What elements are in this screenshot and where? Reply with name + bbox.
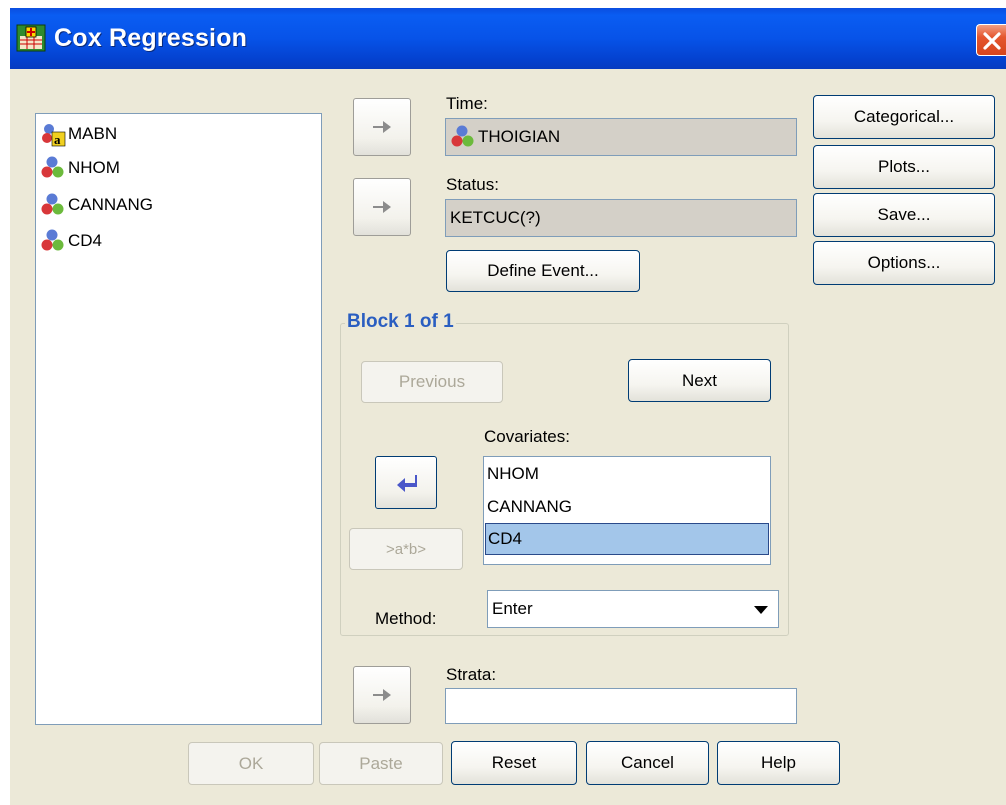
status-label: Status: bbox=[446, 175, 499, 194]
svg-text:a: a bbox=[54, 132, 61, 147]
spss-app-icon bbox=[16, 24, 46, 52]
cancel-button[interactable]: Cancel bbox=[586, 741, 709, 785]
arrow-right-icon bbox=[373, 121, 391, 133]
block-title: Block 1 of 1 bbox=[345, 311, 456, 333]
save-button[interactable]: Save... bbox=[813, 193, 995, 237]
strata-field[interactable] bbox=[445, 688, 797, 724]
arrow-right-icon bbox=[373, 201, 391, 213]
options-button[interactable]: Options... bbox=[813, 241, 995, 285]
method-value: Enter bbox=[492, 599, 533, 618]
variable-name: CD4 bbox=[68, 231, 103, 250]
list-item[interactable]: CANNANG bbox=[40, 190, 153, 220]
ok-button[interactable]: OK bbox=[188, 742, 314, 785]
categorical-button[interactable]: Categorical... bbox=[813, 95, 995, 139]
strata-label: Strata: bbox=[446, 665, 497, 684]
arrow-left-icon bbox=[397, 474, 417, 492]
list-item[interactable]: NHOM bbox=[485, 458, 769, 490]
variable-source-list[interactable]: a MABN NHOM CANNANG CD4 bbox=[35, 113, 322, 725]
next-button[interactable]: Next bbox=[628, 359, 771, 402]
move-to-strata-button[interactable] bbox=[353, 666, 411, 724]
method-label: Method: bbox=[375, 609, 437, 628]
time-field[interactable]: THOIGIAN bbox=[445, 118, 797, 156]
previous-button[interactable]: Previous bbox=[361, 361, 503, 403]
method-select[interactable]: Enter bbox=[487, 590, 779, 628]
help-button[interactable]: Help bbox=[717, 741, 840, 785]
variable-name: NHOM bbox=[68, 158, 120, 177]
remove-covariate-button[interactable] bbox=[375, 456, 437, 509]
list-item[interactable]: a MABN bbox=[40, 119, 117, 149]
paste-button[interactable]: Paste bbox=[319, 742, 443, 785]
scale-variable-icon bbox=[41, 156, 64, 178]
covariates-list[interactable]: NHOM CANNANG CD4 bbox=[483, 456, 771, 565]
string-variable-icon: a bbox=[42, 124, 66, 147]
list-item[interactable]: CD4 bbox=[40, 226, 102, 256]
variable-name: CANNANG bbox=[68, 195, 154, 214]
scale-variable-icon bbox=[41, 229, 64, 251]
interaction-button[interactable]: >a*b> bbox=[349, 528, 463, 570]
chevron-down-icon bbox=[754, 606, 768, 614]
variable-name: MABN bbox=[68, 124, 118, 143]
plots-button[interactable]: Plots... bbox=[813, 145, 995, 189]
time-value: THOIGIAN bbox=[478, 127, 561, 146]
list-item[interactable]: NHOM bbox=[40, 153, 120, 183]
list-item[interactable]: CANNANG bbox=[485, 491, 769, 523]
close-button[interactable] bbox=[976, 24, 1006, 56]
status-value: KETCUC(?) bbox=[450, 208, 541, 227]
move-to-status-button[interactable] bbox=[353, 178, 411, 236]
title-bar[interactable]: Cox Regression bbox=[10, 8, 1006, 69]
scale-variable-icon bbox=[41, 193, 64, 215]
arrow-right-icon bbox=[373, 689, 391, 701]
status-field[interactable]: KETCUC(?) bbox=[445, 199, 797, 237]
window-title: Cox Regression bbox=[54, 24, 248, 52]
move-to-time-button[interactable] bbox=[353, 98, 411, 156]
close-icon bbox=[983, 32, 1001, 50]
covariates-label: Covariates: bbox=[484, 427, 570, 446]
define-event-button[interactable]: Define Event... bbox=[446, 250, 640, 292]
reset-button[interactable]: Reset bbox=[451, 741, 577, 785]
time-label: Time: bbox=[446, 94, 488, 113]
list-item-selected[interactable]: CD4 bbox=[485, 523, 769, 555]
scale-variable-icon bbox=[451, 125, 474, 147]
